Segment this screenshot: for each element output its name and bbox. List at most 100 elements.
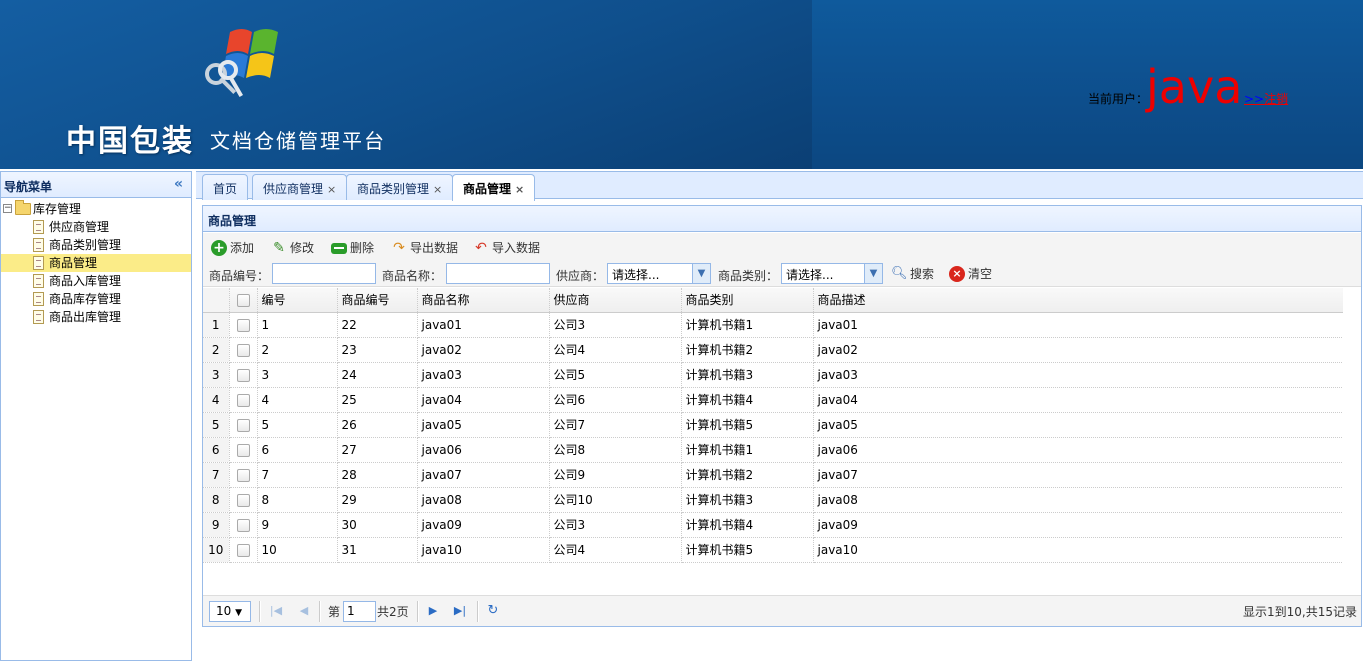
chevron-down-icon[interactable]: ▼ [864, 264, 882, 283]
checkbox-icon[interactable] [236, 493, 250, 507]
cell-id[interactable]: 3 [257, 362, 338, 388]
sidebar-item-stock-out[interactable]: 商品出库管理 [1, 308, 191, 326]
cell-description[interactable]: java04 [813, 387, 1344, 413]
cell-code[interactable]: 27 [337, 437, 418, 463]
column-header-code[interactable]: 商品编号 [337, 288, 418, 313]
cell-code[interactable]: 22 [337, 312, 418, 338]
row-checkbox[interactable] [229, 337, 258, 363]
cell-description[interactable]: java01 [813, 312, 1344, 338]
cell-name[interactable]: java09 [417, 512, 550, 538]
cell-id[interactable]: 1 [257, 312, 338, 338]
cell-name[interactable]: java05 [417, 412, 550, 438]
cell-id[interactable]: 9 [257, 512, 338, 538]
table-row[interactable]: 2 2 23 java02 公司4 计算机书籍2 java02 [203, 337, 1344, 363]
cell-id[interactable]: 10 [257, 537, 338, 563]
cell-code[interactable]: 23 [337, 337, 418, 363]
checkbox-icon[interactable] [236, 368, 250, 382]
cell-description[interactable]: java05 [813, 412, 1344, 438]
checkbox-icon[interactable] [236, 293, 250, 307]
page-size-select[interactable]: 10 ▼ [209, 601, 251, 622]
logout-link[interactable]: >>注销 [1244, 90, 1288, 107]
cell-name[interactable]: java04 [417, 387, 550, 413]
row-checkbox[interactable] [229, 437, 258, 463]
close-icon[interactable]: × [433, 183, 442, 196]
cell-name[interactable]: java02 [417, 337, 550, 363]
add-button[interactable]: + 添加 [211, 237, 254, 259]
table-row[interactable]: 8 8 29 java08 公司10 计算机书籍3 java08 [203, 487, 1344, 513]
cell-category[interactable]: 计算机书籍4 [681, 387, 814, 413]
cell-category[interactable]: 计算机书籍3 [681, 362, 814, 388]
cell-category[interactable]: 计算机书籍5 [681, 537, 814, 563]
cell-category[interactable]: 计算机书籍1 [681, 437, 814, 463]
table-row[interactable]: 6 6 27 java06 公司8 计算机书籍1 java06 [203, 437, 1344, 463]
cell-description[interactable]: java02 [813, 337, 1344, 363]
code-filter-input[interactable] [272, 263, 376, 284]
cell-name[interactable]: java07 [417, 462, 550, 488]
cell-code[interactable]: 30 [337, 512, 418, 538]
cell-code[interactable]: 25 [337, 387, 418, 413]
tab-goods[interactable]: 商品管理 × [452, 174, 536, 201]
cell-id[interactable]: 4 [257, 387, 338, 413]
cell-name[interactable]: java03 [417, 362, 550, 388]
row-checkbox[interactable] [229, 537, 258, 563]
prev-page-icon[interactable]: ◀ [295, 602, 313, 620]
clear-button[interactable]: × 清空 [949, 265, 992, 283]
tree-collapse-icon[interactable]: − [3, 204, 12, 213]
row-checkbox[interactable] [229, 387, 258, 413]
cell-name[interactable]: java01 [417, 312, 550, 338]
cell-category[interactable]: 计算机书籍5 [681, 412, 814, 438]
checkbox-icon[interactable] [236, 418, 250, 432]
cell-code[interactable]: 31 [337, 537, 418, 563]
import-button[interactable]: ↶ 导入数据 [473, 237, 540, 259]
last-page-icon[interactable]: ▶| [451, 602, 469, 620]
checkbox-icon[interactable] [236, 318, 250, 332]
category-select[interactable]: 请选择... ▼ [781, 263, 883, 284]
supplier-select[interactable]: 请选择... ▼ [607, 263, 711, 284]
refresh-icon[interactable]: ↻ [484, 602, 502, 620]
cell-name[interactable]: java08 [417, 487, 550, 513]
cell-supplier[interactable]: 公司3 [549, 512, 682, 538]
cell-supplier[interactable]: 公司4 [549, 537, 682, 563]
column-header-description[interactable]: 商品描述 [813, 288, 1344, 313]
sidebar-item-goods[interactable]: 商品管理 [1, 254, 191, 272]
checkbox-icon[interactable] [236, 518, 250, 532]
table-row[interactable]: 5 5 26 java05 公司7 计算机书籍5 java05 [203, 412, 1344, 438]
tree-root-inventory[interactable]: − 库存管理 [1, 200, 191, 218]
table-row[interactable]: 7 7 28 java07 公司9 计算机书籍2 java07 [203, 462, 1344, 488]
cell-description[interactable]: java03 [813, 362, 1344, 388]
search-button[interactable]: 🔍︎ 搜索 [891, 265, 934, 283]
cell-id[interactable]: 6 [257, 437, 338, 463]
checkbox-icon[interactable] [236, 443, 250, 457]
table-row[interactable]: 4 4 25 java04 公司6 计算机书籍4 java04 [203, 387, 1344, 413]
close-icon[interactable]: × [327, 183, 336, 196]
tab-category[interactable]: 商品类别管理 × [346, 174, 454, 200]
cell-supplier[interactable]: 公司5 [549, 362, 682, 388]
cell-description[interactable]: java06 [813, 437, 1344, 463]
column-header-supplier[interactable]: 供应商 [549, 288, 682, 313]
table-row[interactable]: 10 10 31 java10 公司4 计算机书籍5 java10 [203, 537, 1344, 563]
cell-category[interactable]: 计算机书籍1 [681, 312, 814, 338]
page-number-input[interactable]: 1 [343, 601, 376, 622]
next-page-icon[interactable]: ▶ [424, 602, 442, 620]
cell-supplier[interactable]: 公司10 [549, 487, 682, 513]
cell-name[interactable]: java06 [417, 437, 550, 463]
table-row[interactable]: 1 1 22 java01 公司3 计算机书籍1 java01 [203, 312, 1344, 338]
row-checkbox[interactable] [229, 487, 258, 513]
cell-id[interactable]: 7 [257, 462, 338, 488]
checkbox-icon[interactable] [236, 343, 250, 357]
cell-id[interactable]: 5 [257, 412, 338, 438]
row-checkbox[interactable] [229, 512, 258, 538]
cell-supplier[interactable]: 公司9 [549, 462, 682, 488]
cell-description[interactable]: java10 [813, 537, 1344, 563]
cell-code[interactable]: 28 [337, 462, 418, 488]
checkbox-icon[interactable] [236, 468, 250, 482]
checkbox-icon[interactable] [236, 393, 250, 407]
delete-button[interactable]: 删除 [331, 237, 374, 259]
cell-supplier[interactable]: 公司3 [549, 312, 682, 338]
cell-supplier[interactable]: 公司7 [549, 412, 682, 438]
row-checkbox[interactable] [229, 462, 258, 488]
select-all-checkbox[interactable] [229, 288, 258, 313]
sidebar-item-category[interactable]: 商品类别管理 [1, 236, 191, 254]
column-header-category[interactable]: 商品类别 [681, 288, 814, 313]
first-page-icon[interactable]: |◀ [267, 602, 285, 620]
